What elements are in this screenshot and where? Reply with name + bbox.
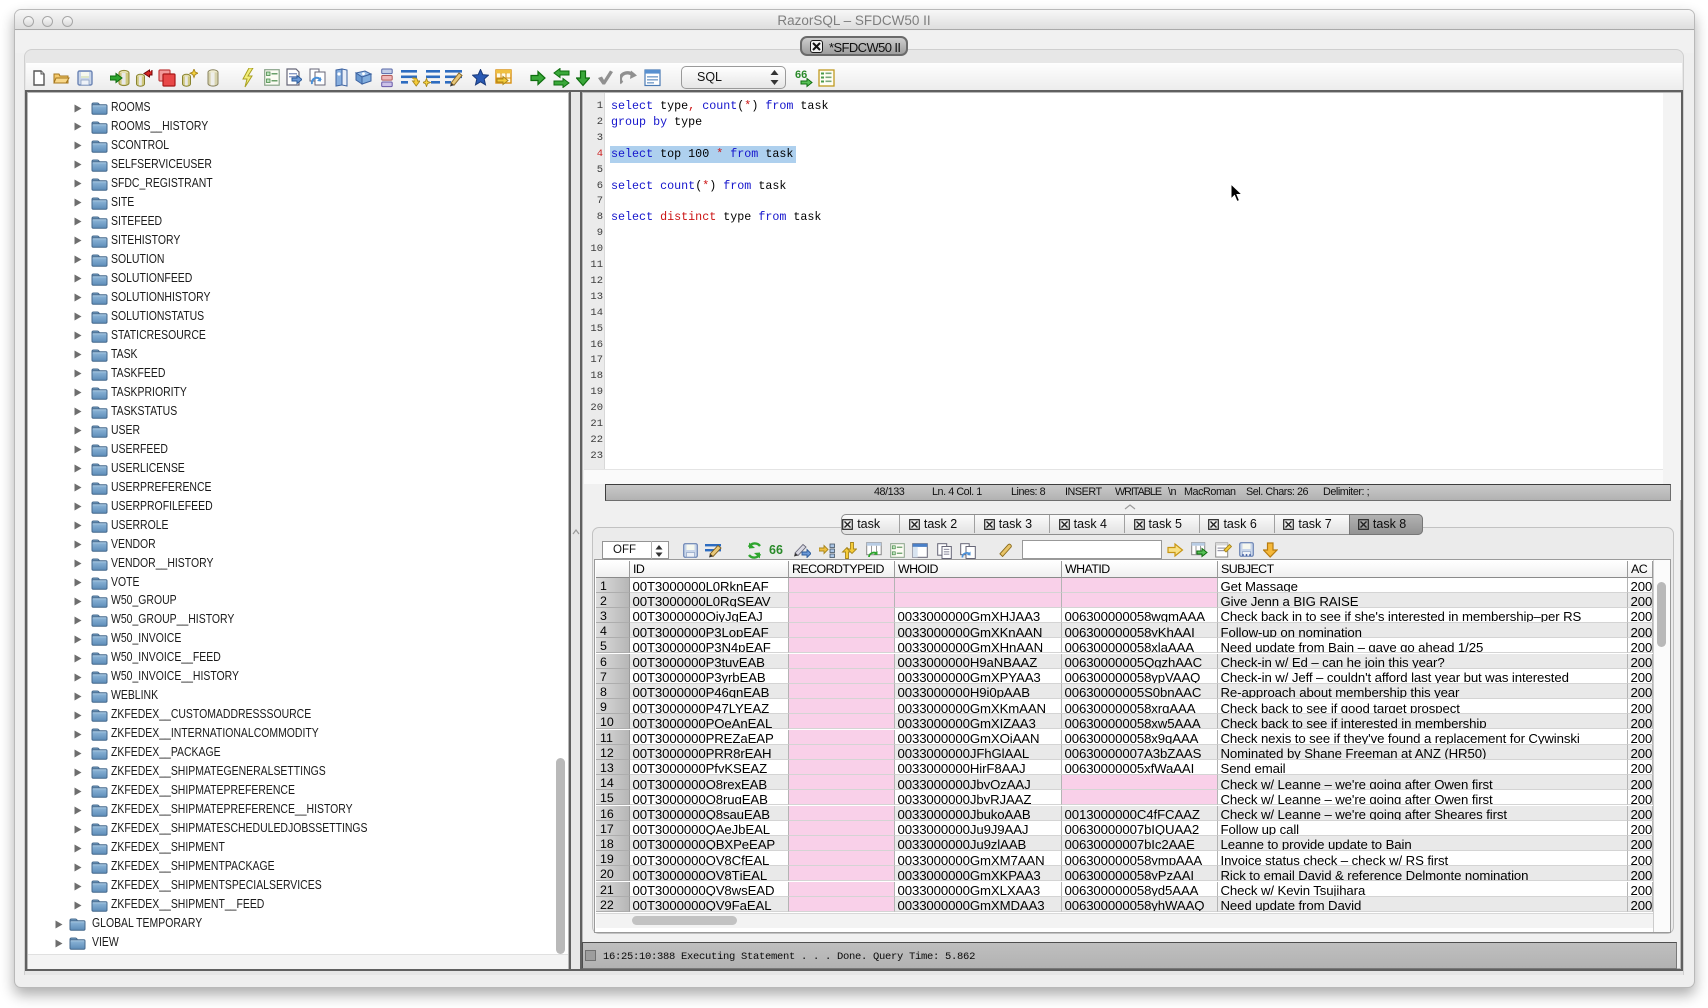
svg-text:66: 66 bbox=[769, 543, 783, 556]
svg-text:66: 66 bbox=[795, 69, 807, 81]
